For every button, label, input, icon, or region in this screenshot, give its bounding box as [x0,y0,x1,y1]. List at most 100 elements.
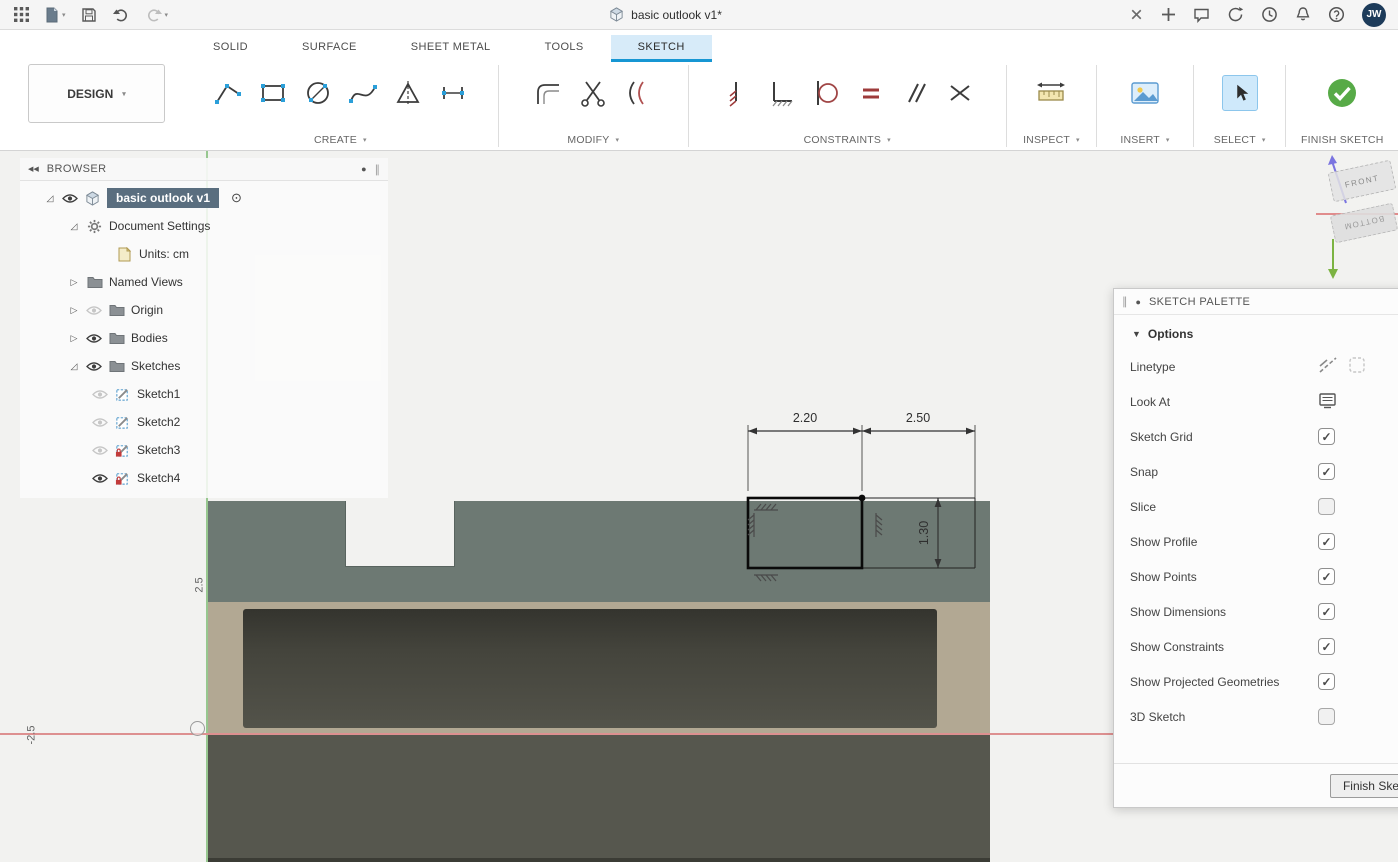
inspect-group-label[interactable]: INSPECT▾ [1011,134,1093,149]
centerline-linetype-icon[interactable] [1348,356,1366,377]
show-points-checkbox[interactable]: ✓ [1318,568,1335,585]
horizontal-vertical-constraint-icon[interactable] [715,71,755,115]
show-constraints-checkbox[interactable]: ✓ [1318,638,1335,655]
finish-sketch-label[interactable]: FINISH SKETCH [1290,134,1394,149]
clock-icon[interactable] [1261,6,1278,23]
design-workspace-button[interactable]: DESIGN ▾ [28,64,165,123]
viewcube[interactable]: FRONT BOTTOM [1316,151,1398,281]
browser-row-named-views[interactable]: ▷ Named Views [20,268,388,296]
visibility-eye-icon[interactable] [86,333,102,344]
save-icon[interactable] [81,7,97,23]
activate-component-radio[interactable]: ⊙ [231,190,242,206]
visibility-eye-icon[interactable] [86,305,102,316]
browser-row-document-settings[interactable]: ◿ Document Settings [20,212,388,240]
dimension-width-right[interactable]: 2.50 [906,411,930,425]
model-cavity[interactable] [243,609,937,728]
redo-icon[interactable]: ▾ [145,7,169,23]
expander-icon[interactable]: ▷ [68,305,80,316]
browser-row-sketch4[interactable]: Sketch4 [20,464,388,492]
user-avatar[interactable]: JW [1362,3,1386,27]
viewcube-bottom-face[interactable]: BOTTOM [1330,203,1398,244]
show-projected-geometries-checkbox[interactable]: ✓ [1318,673,1335,690]
look-at-icon[interactable] [1318,392,1338,412]
help-icon[interactable] [1328,6,1345,23]
trim-tool-icon[interactable] [573,71,613,115]
show-dimensions-checkbox[interactable]: ✓ [1318,603,1335,620]
finish-sketch-button[interactable]: Finish Sketch [1330,774,1398,798]
rectangle-tool-icon[interactable] [253,71,293,115]
dimension-width-left[interactable]: 2.20 [793,411,817,425]
expander-icon[interactable]: ◿ [68,221,80,232]
expander-icon[interactable]: ◿ [44,193,56,204]
model-bottom-block[interactable] [207,734,990,862]
offset-tool-icon[interactable] [618,71,658,115]
panel-grip-icon[interactable]: ∥ [1122,295,1128,308]
slice-checkbox[interactable] [1318,498,1335,515]
finish-sketch-icon[interactable] [1322,71,1362,115]
browser-row-bodies[interactable]: ▷ Bodies [20,324,388,352]
measure-tool-icon[interactable] [1031,71,1071,115]
tab-sketch[interactable]: SKETCH [611,35,712,62]
select-tool-icon[interactable] [1222,75,1258,111]
circle-tool-icon[interactable] [298,71,338,115]
line-tool-icon[interactable] [208,71,248,115]
visibility-eye-icon[interactable] [62,193,78,204]
3d-sketch-checkbox[interactable] [1318,708,1335,725]
job-status-icon[interactable] [1227,6,1244,23]
undo-icon[interactable] [112,7,130,23]
parallel-constraint-icon[interactable] [895,71,935,115]
visibility-eye-icon[interactable] [92,473,108,484]
sketch-grid-checkbox[interactable]: ✓ [1318,428,1335,445]
panel-grip-icon[interactable]: ∥ [375,163,381,176]
show-profile-checkbox[interactable]: ✓ [1318,533,1335,550]
section-collapse-caret-icon[interactable]: ▼ [1132,329,1141,339]
tangent-constraint-icon[interactable] [805,71,845,115]
visibility-eye-icon[interactable] [92,417,108,428]
new-file-icon[interactable]: ▾ [44,7,66,23]
fillet-tool-icon[interactable] [528,71,568,115]
browser-row-origin[interactable]: ▷ Origin [20,296,388,324]
origin-point[interactable] [190,721,205,736]
mirror-tool-icon[interactable] [388,71,428,115]
new-tab-plus-icon[interactable] [1161,7,1176,22]
equal-constraint-icon[interactable] [850,71,890,115]
close-tab-icon[interactable] [1128,6,1145,23]
panel-display-dot-icon[interactable]: ● [1136,297,1141,307]
visibility-eye-icon[interactable] [92,389,108,400]
tab-tools[interactable]: TOOLS [518,35,611,62]
comments-icon[interactable] [1193,7,1210,23]
slot-tool-icon[interactable] [433,71,473,115]
expander-icon[interactable]: ◿ [68,361,80,372]
notifications-bell-icon[interactable] [1295,6,1311,23]
collapse-panel-icon[interactable]: ◀◀ [28,165,39,173]
app-grid-icon[interactable] [14,7,29,22]
create-group-label[interactable]: CREATE▾ [187,134,494,149]
spline-tool-icon[interactable] [343,71,383,115]
snap-checkbox[interactable]: ✓ [1318,463,1335,480]
visibility-eye-icon[interactable] [86,361,102,372]
select-group-label[interactable]: SELECT▾ [1198,134,1282,149]
browser-row-sketches[interactable]: ◿ Sketches [20,352,388,380]
document-tab[interactable]: basic outlook v1* [182,0,1149,29]
model-top-slab[interactable] [207,501,990,602]
insert-image-icon[interactable] [1125,71,1165,115]
constraints-group-label[interactable]: CONSTRAINTS▾ [693,134,1002,149]
model-notch-cutout[interactable] [345,501,455,567]
browser-row-units[interactable]: Units: cm [20,240,388,268]
panel-display-dot-icon[interactable]: ● [361,164,366,174]
browser-row-sketch2[interactable]: Sketch2 [20,408,388,436]
expander-icon[interactable]: ▷ [68,277,80,288]
tab-surface[interactable]: SURFACE [275,35,384,62]
tab-sheet-metal[interactable]: SHEET METAL [384,35,518,62]
construction-linetype-icon[interactable] [1318,356,1338,377]
perpendicular-constraint-icon[interactable] [760,71,800,115]
visibility-eye-icon[interactable] [92,445,108,456]
browser-row-sketch3[interactable]: Sketch3 [20,436,388,464]
symmetry-constraint-icon[interactable] [940,71,980,115]
browser-row-sketch1[interactable]: Sketch1 [20,380,388,408]
tab-solid[interactable]: SOLID [186,35,275,62]
expander-icon[interactable]: ▷ [68,333,80,344]
modify-group-label[interactable]: MODIFY▾ [503,134,684,149]
root-component-name[interactable]: basic outlook v1 [107,188,219,208]
browser-row-root[interactable]: ◿ basic outlook v1 ⊙ [20,184,388,212]
